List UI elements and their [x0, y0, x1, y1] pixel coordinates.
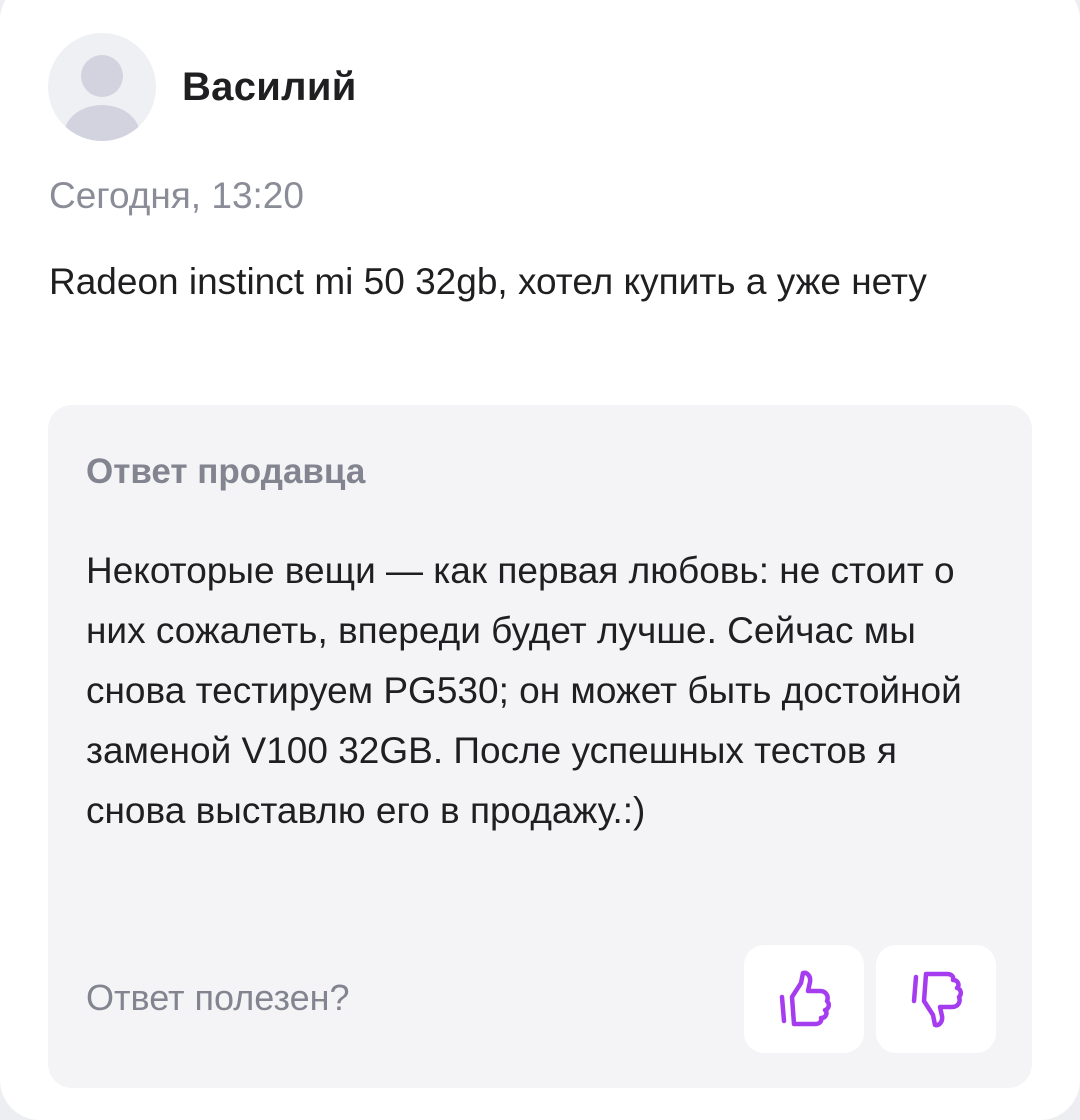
dislike-button[interactable]	[876, 945, 996, 1053]
helpful-question: Ответ полезен?	[86, 977, 350, 1018]
thumbs-up-icon	[774, 969, 834, 1029]
review-text: Radeon instinct mi 50 32gb, хотел купить…	[49, 261, 927, 302]
avatar-body-shape	[64, 105, 140, 141]
seller-reply-block: Ответ продавца Некоторые вещи — как перв…	[48, 405, 1032, 1088]
seller-reply-text: Некоторые вещи — как первая любовь: не с…	[86, 550, 962, 831]
review-header: Василий	[48, 33, 357, 141]
avatar-head-shape	[81, 55, 123, 97]
like-button[interactable]	[744, 945, 864, 1053]
seller-reply-title: Ответ продавца	[86, 452, 366, 491]
author-name: Василий	[182, 64, 357, 109]
avatar	[48, 33, 156, 141]
review-date: Сегодня, 13:20	[49, 175, 304, 216]
thumbs-down-icon	[906, 969, 966, 1029]
